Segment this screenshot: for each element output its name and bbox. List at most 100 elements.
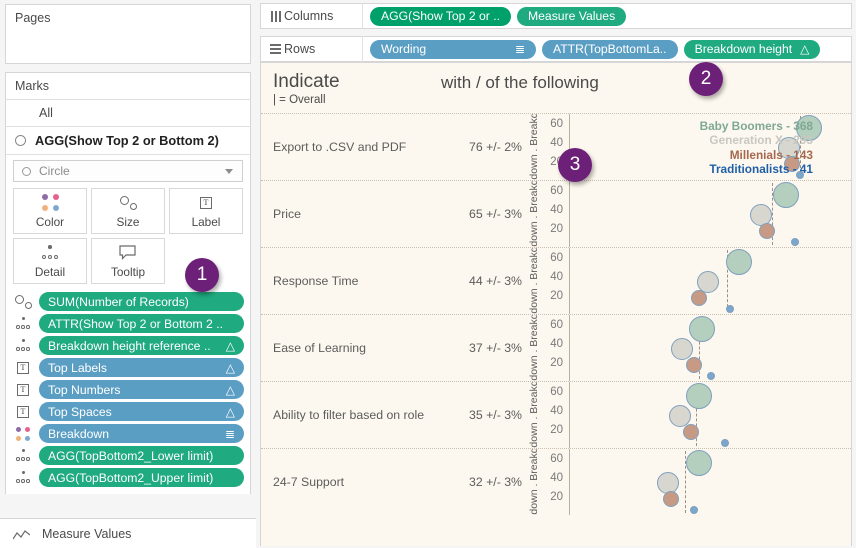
column-pill-label: Measure Values	[528, 9, 616, 23]
legend-item: Traditionalists - 41	[709, 162, 813, 177]
row-pill[interactable]: Breakdown height △	[683, 39, 821, 59]
data-point[interactable]	[725, 249, 752, 276]
axis-tick-label: 60	[550, 184, 563, 197]
data-point[interactable]	[682, 423, 699, 440]
detail-dots-icon	[12, 470, 34, 486]
encoding-color-button[interactable]: Color	[13, 188, 87, 234]
viz-row[interactable]: Price 65 +/- 3% Breakdown . Breakdown . 20 4…	[261, 180, 851, 247]
shelf-divider	[362, 36, 363, 62]
data-point[interactable]	[689, 316, 716, 343]
viz-row[interactable]: Export to .CSV and PDF 76 +/- 2% Breakdown…	[261, 113, 851, 180]
encoding-label-button[interactable]: T Label	[169, 188, 243, 234]
legend-item: Millenials - 143	[729, 147, 813, 162]
rows-icon	[267, 44, 284, 54]
viz-legend: Baby Boomers - 368 Generation X - 293 Mill…	[700, 119, 813, 177]
viz-plot-area[interactable]	[569, 315, 851, 381]
axis-tick-label: 60	[550, 251, 563, 264]
rows-shelf[interactable]: Rows Wording ≣ ATTR(TopBottomLa.. Breakd…	[260, 36, 852, 62]
viz-row-label: Ability to filter based on role	[273, 408, 425, 422]
mark-pill-row[interactable]: Breakdown ≣	[12, 424, 244, 443]
mark-pill-row[interactable]: Breakdown height reference .. △	[12, 336, 244, 355]
mark-pill[interactable]: Breakdown ≣	[39, 424, 244, 443]
mark-pill-row[interactable]: T Top Numbers △	[12, 380, 244, 399]
encoding-size-button[interactable]: Size	[91, 188, 165, 234]
color-dots-icon	[41, 193, 59, 212]
columns-icon	[267, 10, 284, 22]
viz-row-value: 37 +/- 3%	[469, 341, 522, 355]
mark-pill[interactable]: ATTR(Show Top 2 or Bottom 2 ..	[39, 314, 244, 333]
measure-values-strip[interactable]: Measure Values	[0, 518, 256, 548]
row-pill-label: Wording	[381, 42, 427, 56]
data-point[interactable]	[773, 182, 800, 209]
data-point[interactable]	[790, 238, 799, 247]
viz-plot-area[interactable]	[569, 248, 851, 314]
mark-pill-label: Top Spaces	[48, 404, 112, 419]
encoding-label: Tooltip	[110, 265, 146, 279]
viz-row-value: 35 +/- 3%	[469, 408, 522, 422]
annotation-badge-3: 3	[558, 148, 592, 182]
tooltip-icon	[119, 243, 137, 262]
marks-card-pills: SUM(Number of Records) ATTR(Show Top 2 o…	[6, 290, 250, 494]
column-pill[interactable]: Measure Values	[517, 6, 627, 26]
data-point[interactable]	[726, 305, 735, 314]
viz-row-label: Ease of Learning	[273, 341, 366, 355]
mark-pill-badge: △	[225, 404, 235, 419]
data-point[interactable]	[720, 439, 729, 448]
mark-pill-row[interactable]: T Top Spaces △	[12, 402, 244, 421]
mark-pill-row[interactable]: AGG(TopBottom2_Upper limit)	[12, 468, 244, 487]
data-point[interactable]	[686, 383, 713, 410]
viz-row[interactable]: Ability to filter based on role 35 +/- 3%…	[261, 381, 851, 448]
data-point[interactable]	[686, 450, 713, 477]
axis-tick-label: 40	[550, 404, 563, 417]
viz-row-label: Export to .CSV and PDF	[273, 140, 407, 154]
viz-row[interactable]: Response Time 44 +/- 3% Breakdown . Breakd…	[261, 247, 851, 314]
viz-row-label: Price	[273, 207, 302, 221]
pages-panel[interactable]: Pages	[5, 4, 251, 64]
mark-pill[interactable]: Top Numbers △	[39, 380, 244, 399]
row-pill[interactable]: Wording ≣	[370, 39, 536, 59]
mark-type-label: Circle	[39, 164, 70, 178]
circle-icon	[22, 166, 31, 176]
data-point[interactable]	[685, 356, 702, 373]
visualization-canvas[interactable]: Indicate | = Overall with / of the follo…	[260, 62, 852, 546]
encoding-detail-button[interactable]: Detail	[13, 238, 87, 284]
viz-plot-area[interactable]	[569, 181, 851, 247]
mark-pill-row[interactable]: SUM(Number of Records)	[12, 292, 244, 311]
row-pill[interactable]: ATTR(TopBottomLa..	[542, 39, 678, 59]
mark-type-dropdown[interactable]: Circle	[13, 160, 243, 182]
legend-item: Generation X - 293	[709, 133, 813, 148]
axis-tick-label: 60	[550, 117, 563, 130]
viz-plot-area[interactable]: Baby Boomers - 368 Generation X - 293 Mill…	[569, 114, 851, 180]
viz-plot-area[interactable]	[569, 449, 851, 515]
columns-shelf[interactable]: Columns AGG(Show Top 2 or .. Measure Val…	[260, 3, 852, 29]
data-point[interactable]	[758, 222, 775, 239]
mark-pill[interactable]: Top Spaces △	[39, 402, 244, 421]
viz-plot-area[interactable]	[569, 382, 851, 448]
data-point[interactable]	[691, 289, 708, 306]
chevron-down-icon[interactable]	[225, 168, 233, 174]
axis-tick-label: 20	[550, 490, 563, 503]
worksheet-area: Columns AGG(Show Top 2 or .. Measure Val…	[256, 0, 856, 548]
measure-values-label: Measure Values	[42, 526, 132, 541]
axis-tick-label: 20	[550, 356, 563, 369]
viz-row[interactable]: Ease of Learning 37 +/- 3% Breakdown . Bre…	[261, 314, 851, 381]
viz-row[interactable]: 24-7 Support 32 +/- 3% Breakdown . Breakdo…	[261, 448, 851, 515]
column-pill[interactable]: AGG(Show Top 2 or ..	[370, 6, 511, 26]
encoding-tooltip-button[interactable]: Tooltip	[91, 238, 165, 284]
mark-pill-row[interactable]: AGG(TopBottom2_Lower limit)	[12, 446, 244, 465]
data-point[interactable]	[663, 490, 680, 507]
mark-pill-row[interactable]: T Top Labels △	[12, 358, 244, 377]
radio-icon[interactable]	[15, 135, 26, 146]
mark-pill[interactable]: AGG(TopBottom2_Lower limit)	[39, 446, 244, 465]
mark-pill[interactable]: SUM(Number of Records)	[39, 292, 244, 311]
mark-pill[interactable]: Top Labels △	[39, 358, 244, 377]
marks-all-tab[interactable]: All	[6, 100, 250, 127]
mark-pill[interactable]: Breakdown height reference .. △	[39, 336, 244, 355]
mark-pill[interactable]: AGG(TopBottom2_Upper limit)	[39, 468, 244, 487]
data-point[interactable]	[706, 372, 715, 381]
data-point[interactable]	[689, 506, 698, 515]
mark-pill-row[interactable]: ATTR(Show Top 2 or Bottom 2 ..	[12, 314, 244, 333]
mark-pill-badge: ≣	[224, 426, 235, 441]
mark-pill-label: SUM(Number of Records)	[48, 294, 189, 309]
marks-layer-row[interactable]: AGG(Show Top 2 or Bottom 2)	[6, 127, 250, 155]
